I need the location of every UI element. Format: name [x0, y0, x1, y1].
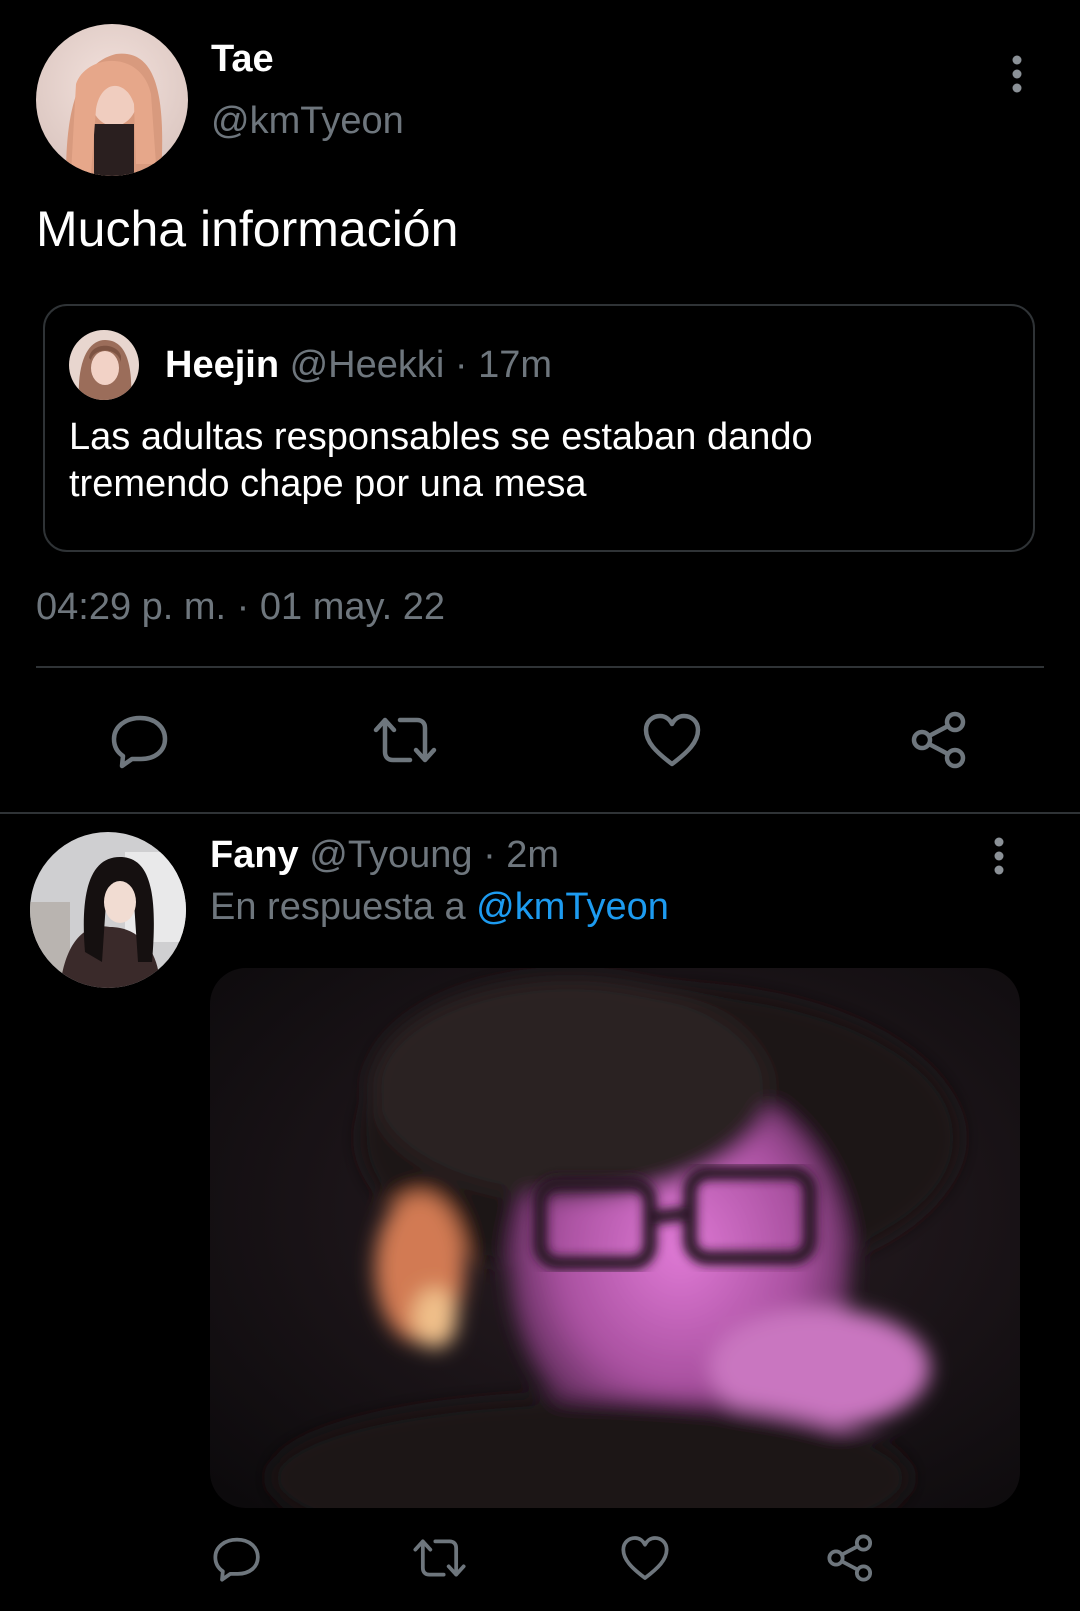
quoted-age: 17m [478, 344, 553, 386]
reply-reply-icon[interactable] [212, 1533, 262, 1583]
reply-media-image[interactable] [210, 968, 1020, 1508]
share-icon[interactable] [910, 710, 970, 770]
reply-retweet-icon[interactable] [412, 1533, 467, 1583]
quoted-author-name[interactable]: Heejin [165, 344, 279, 386]
reply-age: 2m [506, 834, 560, 876]
author-name[interactable]: Tae [211, 38, 274, 81]
reply-separator: · [483, 834, 496, 876]
reply-author-name[interactable]: Fany [210, 834, 299, 876]
reply-share-icon[interactable] [826, 1533, 876, 1583]
reply-header: Fany @Tyoung · 2m [210, 834, 559, 877]
tweet-text: Mucha información [36, 201, 459, 257]
divider [36, 666, 1044, 668]
retweet-icon[interactable] [372, 710, 438, 770]
like-icon[interactable] [642, 710, 702, 770]
reply-context-mention[interactable]: @kmTyeon [476, 886, 669, 928]
author-handle[interactable]: @kmTyeon [211, 100, 404, 143]
tweet-timestamp: 04:29 p. m. · 01 may. 22 [36, 586, 446, 628]
thread-divider [0, 812, 1080, 814]
quoted-author-handle[interactable]: @Heekki [290, 344, 445, 386]
reply-icon[interactable] [110, 710, 170, 770]
reply-author-avatar[interactable] [30, 832, 186, 988]
reply-like-icon[interactable] [620, 1533, 670, 1583]
reply-more-options-icon[interactable] [984, 834, 1014, 882]
reply-context-prefix: En respuesta a [210, 886, 466, 928]
quoted-header: Heejin @Heekki · 17m [165, 344, 552, 387]
more-options-icon[interactable] [1002, 52, 1032, 100]
author-avatar[interactable] [36, 24, 188, 176]
quoted-author-avatar [69, 330, 139, 400]
reply-context: En respuesta a @kmTyeon [210, 886, 669, 929]
reply-author-handle[interactable]: @Tyoung [309, 834, 472, 876]
quoted-separator: · [454, 344, 468, 386]
quoted-text: Las adultas responsables se estaban dand… [69, 416, 813, 505]
